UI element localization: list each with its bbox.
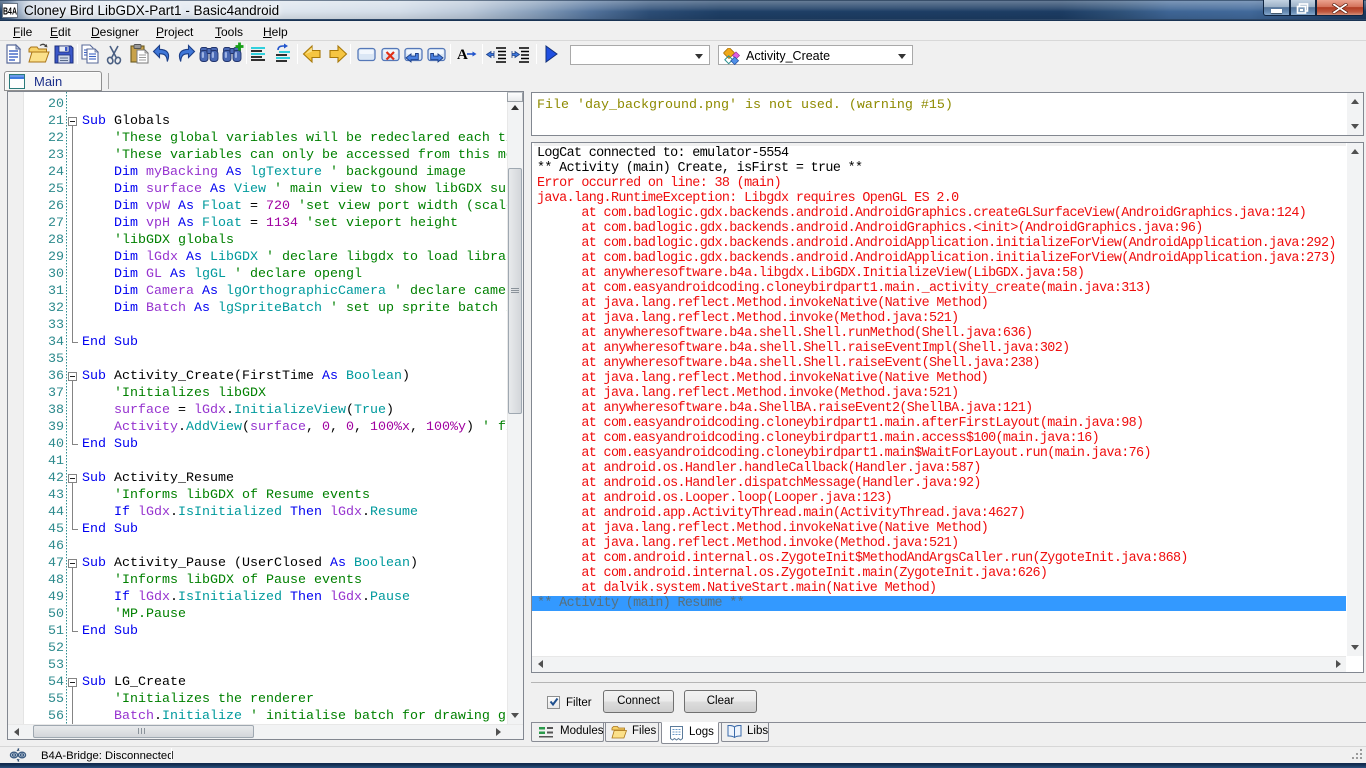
svg-text:B4A: B4A <box>3 7 17 18</box>
svg-text:A: A <box>457 47 468 63</box>
